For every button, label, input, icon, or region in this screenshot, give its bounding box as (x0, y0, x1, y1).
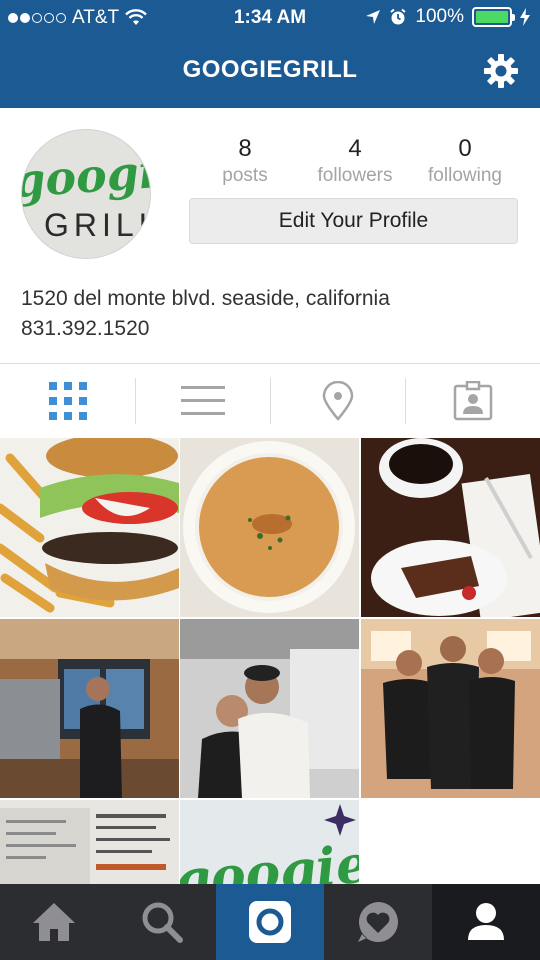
stat-followers[interactable]: 4 followers (300, 135, 410, 187)
stat-posts[interactable]: 8 posts (190, 135, 300, 187)
profile-bio: 1520 del monte blvd. seaside, california… (21, 284, 390, 344)
photo-thumbnail[interactable] (0, 800, 179, 884)
profile-username-title: GOOGIEGRILL (182, 56, 358, 83)
photo-thumbnail[interactable] (361, 438, 540, 617)
activity-heart-icon (358, 902, 398, 942)
photo-grid: googie (0, 438, 540, 884)
location-pin-icon (322, 381, 353, 421)
photo-two-staff-in-kitchen (180, 619, 359, 798)
tab-list-view[interactable] (135, 364, 270, 438)
nav-profile[interactable] (432, 884, 540, 960)
tagged-photos-icon (453, 381, 492, 421)
photo-thumbnail[interactable] (180, 619, 359, 798)
battery-icon (472, 7, 515, 27)
grid-icon (48, 382, 87, 420)
location-arrow-icon (366, 10, 381, 24)
status-right: 100% (365, 6, 530, 28)
stat-label: following (428, 165, 502, 186)
photo-barista-at-counter (0, 619, 179, 798)
logo-text-top: googie (22, 142, 151, 208)
bio-phone[interactable]: 831.392.1520 (21, 314, 390, 344)
googie-grill-logo: googie GRILL (22, 130, 151, 258)
profile-icon (468, 903, 504, 940)
search-icon (142, 902, 183, 943)
stat-label: posts (222, 165, 268, 186)
nav-camera[interactable] (216, 884, 324, 960)
photo-thumbnail[interactable] (0, 438, 179, 617)
photo-googie-sign: googie (180, 800, 359, 884)
bio-address: 1520 del monte blvd. seaside, california (21, 287, 390, 310)
nav-activity[interactable] (324, 884, 432, 960)
home-icon (33, 903, 75, 941)
list-icon (180, 386, 225, 415)
photo-three-staff-posing (361, 619, 540, 798)
charging-bolt-icon (520, 8, 530, 26)
photo-thumbnail[interactable] (180, 438, 359, 617)
tab-tagged-photos[interactable] (405, 364, 540, 438)
photo-soup-bowl (180, 438, 359, 617)
photo-coffee-and-dessert (361, 438, 540, 617)
photo-thumbnail[interactable]: googie (180, 800, 359, 884)
photo-burger-and-fries (0, 438, 179, 617)
nav-search[interactable] (108, 884, 216, 960)
battery-percent: 100% (415, 6, 464, 27)
bottom-tab-bar (0, 884, 540, 960)
photo-thumbnail[interactable] (361, 619, 540, 798)
stat-value: 0 (458, 135, 472, 162)
tab-grid-view[interactable] (0, 364, 135, 438)
status-bar: AT&T 1:34 AM 100% (0, 0, 540, 36)
stat-label: followers (317, 165, 393, 186)
stat-value: 4 (348, 135, 362, 162)
stat-value: 8 (238, 135, 252, 162)
edit-profile-button[interactable]: Edit Your Profile (189, 198, 518, 244)
nav-home[interactable] (0, 884, 108, 960)
stat-following[interactable]: 0 following (410, 135, 520, 187)
alarm-icon (390, 8, 407, 25)
profile-stats: 8 posts 4 followers 0 following (190, 135, 520, 187)
top-bar: AT&T 1:34 AM 100% GOOGIEGRILL (0, 0, 540, 108)
profile-view-tabs (0, 364, 540, 438)
logo-text-bottom: GRILL (44, 207, 151, 243)
gear-icon[interactable] (482, 52, 520, 90)
avatar[interactable]: googie GRILL (21, 129, 151, 259)
tab-map-view[interactable] (270, 364, 405, 438)
photo-menu-board (0, 800, 179, 884)
photo-thumbnail[interactable] (0, 619, 179, 798)
camera-icon (249, 901, 291, 943)
